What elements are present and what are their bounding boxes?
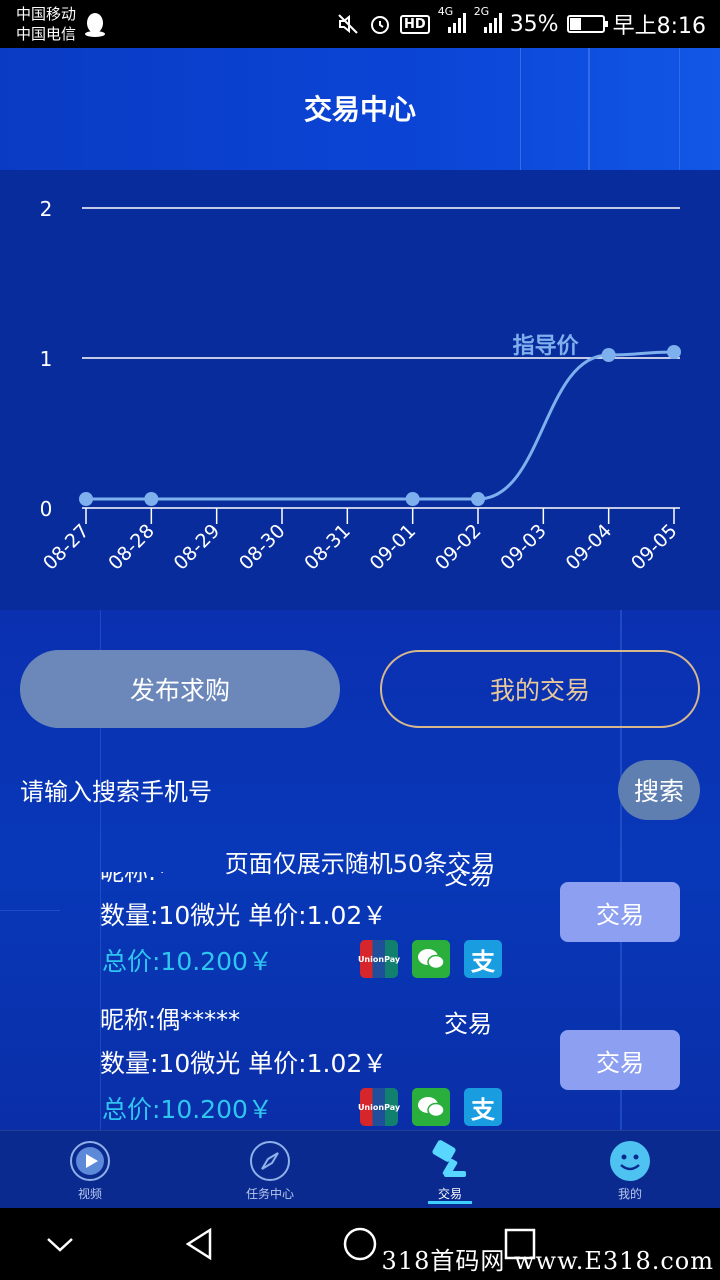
system-nav-bar: 318首码网 www.E318.com <box>0 1208 720 1280</box>
list-item: 昵称:偶***** 交易 数量:10微光 单价:1.02￥ 总价:10.200￥… <box>0 1000 720 1130</box>
total-price: 总价:10.200￥ <box>102 947 273 976</box>
watermark: 318首码网 www.E318.com <box>381 1247 714 1275</box>
trade-label: 交易 <box>444 1010 492 1038</box>
x-tick-label: 08-27 <box>39 520 94 575</box>
nav-mine[interactable]: 我的 <box>570 1131 690 1209</box>
page-title: 交易中心 <box>303 93 416 126</box>
alipay-icon: 支 <box>464 1088 502 1126</box>
bottom-nav: 视频 任务中心 交易 我的 <box>0 1130 720 1208</box>
trade-button[interactable]: 交易 <box>560 882 680 942</box>
x-tick-label: 08-30 <box>235 520 290 575</box>
battery-percent: 35% <box>509 11 559 37</box>
nav-trade-label: 交易 <box>437 1187 462 1201</box>
payment-methods: UnionPay 支 <box>358 940 502 978</box>
series-line <box>86 350 675 501</box>
data-point <box>601 348 616 362</box>
my-trades-button[interactable]: 我的交易 <box>380 650 700 728</box>
home-icon[interactable] <box>340 1224 380 1264</box>
back-icon[interactable] <box>180 1224 220 1264</box>
net-4g-label: 4G <box>437 4 454 18</box>
nav-video-label: 视频 <box>77 1187 102 1201</box>
qq-icon <box>85 13 105 37</box>
video-icon <box>70 1141 110 1181</box>
wechat-pay-icon <box>412 1088 450 1126</box>
status-bar: 中国移动 中国电信 HD 4G 2G 35% 早上8:16 <box>0 0 720 48</box>
total-price: 总价:10.200￥ <box>102 1095 273 1124</box>
compass-icon <box>250 1141 290 1181</box>
payment-methods: UnionPay 支 <box>358 1088 502 1126</box>
nickname: 昵称:偶***** <box>100 1006 241 1034</box>
publish-request-button[interactable]: 发布求购 <box>20 650 340 728</box>
smiley-icon <box>610 1141 650 1181</box>
price-chart: 0 1 2 08-27 08-28 08-29 08-30 08-31 09-01 09-02 09… <box>0 170 720 610</box>
notice-text: 页面仅展示随机50条交易 <box>224 850 496 878</box>
x-tick-label: 09-05 <box>627 520 682 575</box>
unionpay-icon: UnionPay <box>358 1088 400 1126</box>
alipay-icon: 支 <box>464 940 502 978</box>
search-button[interactable]: 搜索 <box>618 760 700 820</box>
x-tick-label: 08-31 <box>300 520 355 575</box>
mute-icon <box>338 14 358 34</box>
y-tick-label: 0 <box>40 497 53 521</box>
x-tick-label: 09-03 <box>496 520 551 575</box>
trade-main: 发布求购 我的交易 搜索 昵称:* 交易 数量:10微光 单价:1.02￥ 总价… <box>0 610 720 1130</box>
nav-trade[interactable]: 交易 <box>390 1131 510 1209</box>
x-tick-label: 08-29 <box>170 520 225 575</box>
x-tick-label: 09-01 <box>366 520 421 575</box>
battery-icon <box>566 15 608 33</box>
net-2g-label: 2G <box>473 4 490 18</box>
carrier-1: 中国移动 <box>16 5 77 23</box>
nav-mine-label: 我的 <box>617 1187 642 1201</box>
data-point <box>667 345 681 359</box>
x-tick-label: 09-04 <box>562 520 617 575</box>
wechat-pay-icon <box>412 940 450 978</box>
quantity-price: 数量:10微光 单价:1.02￥ <box>100 901 388 930</box>
nav-task-center[interactable]: 任务中心 <box>210 1131 330 1209</box>
collapse-icon[interactable] <box>40 1224 80 1264</box>
series-label: 指导价 <box>513 334 580 359</box>
price-chart-svg: 01208-27 08-28 08-29 08-30 08-31 09-01 09-02 09… <box>39 197 682 575</box>
data-point <box>79 492 93 506</box>
y-tick-label: 1 <box>40 347 53 371</box>
unionpay-icon: UnionPay <box>358 940 400 978</box>
quantity-price: 数量:10微光 单价:1.02￥ <box>100 1049 388 1078</box>
hd-icon: HD <box>400 14 430 34</box>
clock: 早上8:16 <box>612 14 706 39</box>
active-tab-indicator <box>428 1201 472 1204</box>
trade-button[interactable]: 交易 <box>560 1030 680 1090</box>
nav-video[interactable]: 视频 <box>30 1131 150 1209</box>
carrier-2: 中国电信 <box>16 25 77 43</box>
battery-fill <box>569 18 581 30</box>
signal-2g-icon: 2G <box>474 5 502 36</box>
header: 交易中心 <box>0 48 720 170</box>
carrier-info: 中国移动 中国电信 <box>16 4 76 44</box>
trade-list[interactable]: 昵称:* 交易 数量:10微光 单价:1.02￥ 总价:10.200￥ Unio… <box>0 872 720 1130</box>
x-tick-label: 09-02 <box>431 520 486 575</box>
phone-search-input[interactable] <box>20 770 580 814</box>
data-point <box>471 492 485 506</box>
trade-hammer-icon <box>432 1140 466 1178</box>
x-tick-label: 08-28 <box>104 520 159 575</box>
data-point <box>144 492 159 506</box>
nav-task-center-label: 任务中心 <box>245 1187 294 1201</box>
data-point <box>405 492 420 506</box>
y-tick-label: 2 <box>40 197 53 221</box>
status-icons: HD 4G 2G 35% 早上8:16 <box>336 0 706 48</box>
signal-4g-icon: 4G <box>438 5 466 36</box>
alarm-icon <box>371 16 390 34</box>
list-item: 昵称:* 交易 数量:10微光 单价:1.02￥ 总价:10.200￥ Unio… <box>0 872 720 1000</box>
